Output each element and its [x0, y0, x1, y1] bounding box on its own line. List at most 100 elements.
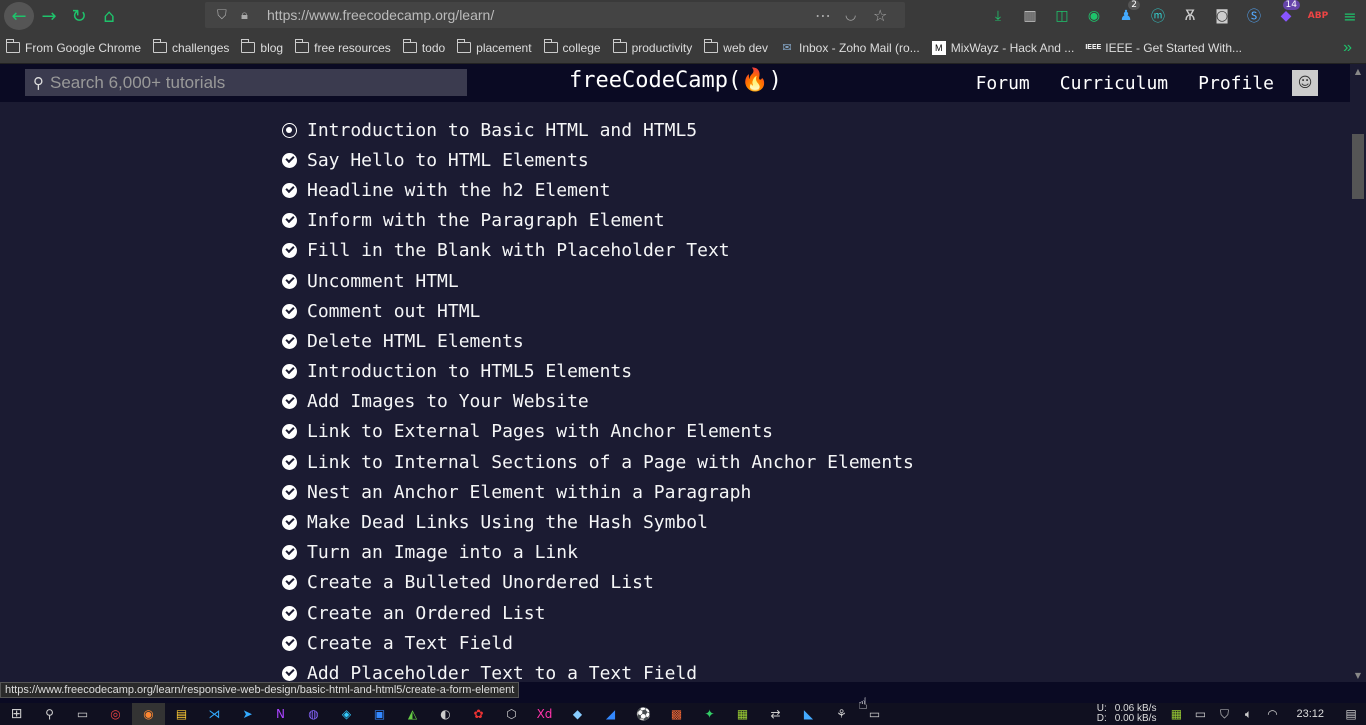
extension-purple-icon[interactable]: ◆ 14 [1270, 0, 1302, 30]
app-icon[interactable]: ◆ [561, 703, 594, 725]
lesson-item[interactable]: Fill in the Blank with Placeholder Text [282, 236, 914, 266]
fcc-logo[interactable]: freeCodeCamp(🔥) [569, 68, 782, 93]
download-icon[interactable]: ⤓ [982, 2, 1014, 30]
nav-curriculum-link[interactable]: Curriculum [1060, 73, 1168, 94]
lesson-item[interactable]: Uncomment HTML [282, 266, 914, 296]
shield-icon[interactable]: ⛉ [1212, 703, 1236, 725]
extension-translate-icon[interactable]: Ѫ [1174, 2, 1206, 30]
scroll-down-icon[interactable]: ▼ [1350, 668, 1366, 682]
notifications-icon[interactable]: ▤ [1336, 703, 1366, 725]
extension-reader-icon[interactable]: ◙ [1206, 2, 1238, 30]
menu-icon[interactable]: ≡ [1334, 2, 1366, 30]
task-view-icon[interactable]: ▭ [66, 703, 99, 725]
app-icon[interactable]: ▩ [660, 703, 693, 725]
bookmark-folder[interactable]: college [538, 39, 607, 55]
extension-notify-icon[interactable]: ♟ 2 [1110, 0, 1142, 30]
bookmark-link[interactable]: IEEE IEEE - Get Started With... [1080, 41, 1248, 55]
lesson-item[interactable]: Make Dead Links Using the Hash Symbol [282, 507, 914, 537]
lesson-item[interactable]: Say Hello to HTML Elements [282, 145, 914, 175]
search-bar[interactable]: ⚲ [25, 69, 467, 96]
telegram-icon[interactable]: ➤ [231, 703, 264, 725]
bookmark-folder[interactable]: todo [397, 39, 451, 55]
lesson-item[interactable]: Create a Text Field [282, 628, 914, 658]
forward-button[interactable]: → [34, 2, 64, 30]
app-tray-icon[interactable]: ▦ [1164, 703, 1188, 725]
page-scrollbar[interactable]: ▲ ▼ [1350, 64, 1366, 682]
lesson-item[interactable]: Nest an Anchor Element within a Paragrap… [282, 477, 914, 507]
back-button[interactable]: ← [4, 2, 34, 30]
reload-button[interactable]: ↻ [64, 2, 94, 30]
home-button[interactable]: ⌂ [94, 2, 124, 30]
bookmark-folder[interactable]: From Google Chrome [0, 39, 147, 55]
pocket-icon[interactable]: ◡ [845, 8, 856, 23]
lesson-item[interactable]: Link to Internal Sections of a Page with… [282, 447, 914, 477]
chrome-icon[interactable]: ◎ [99, 703, 132, 725]
lesson-item[interactable]: Turn an Image into a Link [282, 538, 914, 568]
address-bar[interactable]: ⛉ 🔒︎ https://www.freecodecamp.org/learn/… [205, 2, 905, 28]
bookmark-folder[interactable]: web dev [698, 39, 774, 55]
app-icon[interactable]: ⚘ [825, 703, 858, 725]
star-icon[interactable]: ☆ [873, 6, 887, 25]
lesson-item[interactable]: Create a Bulleted Unordered List [282, 568, 914, 598]
extension-s-icon[interactable]: Ⓢ [1238, 2, 1270, 30]
nav-forum-link[interactable]: Forum [976, 73, 1030, 94]
app-icon[interactable]: ⚽ [627, 703, 660, 725]
mixwayz-icon: M [931, 40, 946, 55]
extension-m-icon[interactable]: ⓜ [1142, 2, 1174, 30]
sidebar-icon[interactable]: ◫ [1046, 2, 1078, 30]
app-icon[interactable]: ◈ [330, 703, 363, 725]
scroll-up-icon[interactable]: ▲ [1350, 64, 1366, 78]
virtualbox-icon[interactable]: ⬡ [495, 703, 528, 725]
search-icon[interactable]: ⚲ [33, 703, 66, 725]
lesson-item[interactable]: Add Images to Your Website [282, 387, 914, 417]
lesson-item-current[interactable]: Introduction to Basic HTML and HTML5 [282, 115, 914, 145]
bookmark-folder[interactable]: free resources [289, 39, 397, 55]
lesson-item[interactable]: Link to External Pages with Anchor Eleme… [282, 417, 914, 447]
lesson-item[interactable]: Add Placeholder Text to a Text Field [282, 658, 914, 682]
library-icon[interactable]: ▥ [1014, 2, 1046, 30]
shield-icon[interactable]: ⛉ [217, 8, 227, 23]
page-actions-icon[interactable]: ⋯ [815, 6, 831, 25]
app-icon[interactable]: ◢ [594, 703, 627, 725]
bookmark-link[interactable]: ✉ Inbox - Zoho Mail (ro... [774, 41, 926, 55]
nav-profile-link[interactable]: Profile [1198, 73, 1274, 94]
url-text[interactable]: https://www.freecodecamp.org/learn/ [267, 7, 494, 23]
lesson-item[interactable]: Comment out HTML [282, 296, 914, 326]
trello-icon[interactable]: ▣ [363, 703, 396, 725]
lesson-item[interactable]: Delete HTML Elements [282, 326, 914, 356]
onenote-icon[interactable]: N [264, 703, 297, 725]
app-icon[interactable]: ▦ [726, 703, 759, 725]
lock-icon[interactable]: 🔒︎ [241, 8, 248, 23]
bookmark-folder[interactable]: placement [451, 39, 537, 55]
bookmarks-overflow-icon[interactable]: » [1337, 39, 1358, 57]
bookmark-folder[interactable]: challenges [147, 39, 235, 55]
clock[interactable]: 23:12 [1296, 708, 1324, 720]
bookmark-folder[interactable]: productivity [607, 39, 699, 55]
android-studio-icon[interactable]: ◭ [396, 703, 429, 725]
lesson-item[interactable]: Introduction to HTML5 Elements [282, 357, 914, 387]
discord-icon[interactable]: ◍ [297, 703, 330, 725]
battery-icon[interactable]: ▭ [1188, 703, 1212, 725]
volume-icon[interactable]: 🔈︎ [1236, 703, 1260, 725]
app-icon[interactable]: ✦ [693, 703, 726, 725]
avatar[interactable]: ☺ [1292, 70, 1318, 96]
lesson-item[interactable]: Inform with the Paragraph Element [282, 206, 914, 236]
windows-start-icon[interactable]: ⊞ [0, 703, 33, 725]
firefox-icon[interactable]: ◉ [132, 703, 165, 725]
file-explorer-icon[interactable]: ▤ [165, 703, 198, 725]
search-input[interactable] [50, 72, 450, 93]
app-icon[interactable]: ⇄ [759, 703, 792, 725]
app-icon[interactable]: ◣ [792, 703, 825, 725]
scroll-thumb[interactable] [1352, 134, 1364, 199]
adblock-icon[interactable]: ABP [1302, 2, 1334, 30]
app-icon[interactable]: ◐ [429, 703, 462, 725]
bookmark-link[interactable]: M MixWayz - Hack And ... [926, 40, 1081, 55]
bookmark-folder[interactable]: blog [235, 39, 289, 55]
lesson-item[interactable]: Headline with the h2 Element [282, 175, 914, 205]
wifi-icon[interactable]: ◠ [1260, 703, 1284, 725]
app-icon[interactable]: ✿ [462, 703, 495, 725]
vscode-icon[interactable]: ⋊ [198, 703, 231, 725]
adobe-xd-icon[interactable]: Xd [528, 703, 561, 725]
account-icon[interactable]: ◉ [1078, 2, 1110, 30]
lesson-item[interactable]: Create an Ordered List [282, 598, 914, 628]
